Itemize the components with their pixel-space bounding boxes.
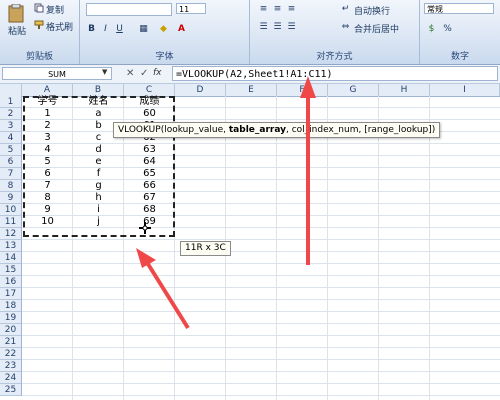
arrow-to-formula <box>300 76 316 265</box>
arrow-to-selection <box>136 248 190 330</box>
annotation-arrows <box>136 76 316 330</box>
